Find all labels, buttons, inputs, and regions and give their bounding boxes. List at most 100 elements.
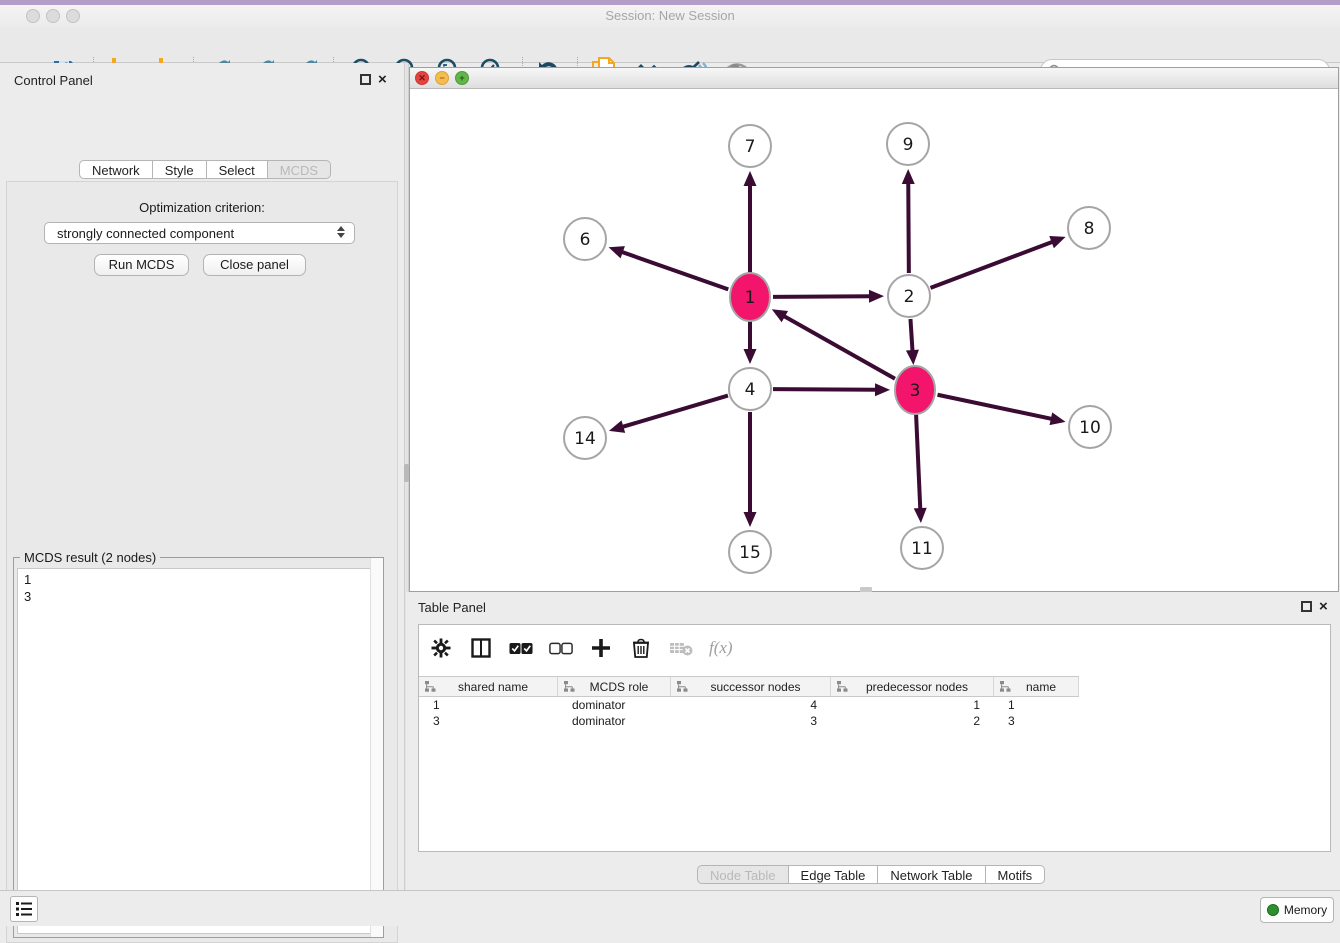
network-graph-canvas[interactable]: 7968124314101511 (410, 89, 1338, 591)
control-panel-close-button[interactable]: × (378, 73, 387, 86)
table-cell[interactable]: dominator (558, 697, 671, 713)
column-header-mcds-role[interactable]: MCDS role (558, 677, 671, 696)
table-row[interactable]: 1dominator411 (419, 697, 1079, 713)
memory-status-dot (1267, 904, 1279, 916)
tab-node-table[interactable]: Node Table (697, 865, 789, 884)
tab-network-table[interactable]: Network Table (878, 865, 985, 884)
column-header-predecessor-nodes[interactable]: predecessor nodes (831, 677, 994, 696)
table-panel: Table Panel × f(x) (406, 592, 1340, 890)
network-view-window: scc.txt ✕ − + 7968124314101511 (409, 67, 1339, 592)
table-panel-float-button[interactable] (1301, 601, 1312, 612)
function-builder-icon[interactable]: f(x) (709, 638, 733, 658)
graph-edge-4-3[interactable] (773, 389, 878, 390)
create-column-icon[interactable] (589, 636, 613, 660)
memory-label: Memory (1284, 903, 1327, 917)
column-header-shared-name[interactable]: shared name (419, 677, 558, 696)
graph-edge-arrow-4-3 (875, 383, 890, 396)
control-panel-title: Control Panel (14, 73, 93, 88)
graph-edge-arrow-1-2 (869, 290, 884, 303)
table-cell[interactable]: 3 (994, 713, 1079, 729)
tab-motifs[interactable]: Motifs (986, 865, 1046, 884)
table-cell[interactable]: dominator (558, 713, 671, 729)
node-table-container: f(x) shared name MCDS role successor nodes… (418, 624, 1331, 852)
mcds-result-groupbox: 1 3 (13, 557, 384, 938)
table-tabbar: Node TableEdge TableNetwork TableMotifs (697, 865, 1045, 886)
memory-button[interactable]: Memory (1260, 897, 1334, 923)
graph-node-label-6: 6 (580, 230, 591, 250)
tab-network[interactable]: Network (79, 160, 153, 179)
tab-select[interactable]: Select (207, 160, 268, 179)
control-panel-float-button[interactable] (360, 74, 371, 85)
table-cell[interactable]: 1 (831, 697, 994, 713)
select-all-columns-icon[interactable] (509, 636, 533, 660)
network-window-titlebar[interactable]: ✕ − + (410, 68, 1338, 89)
network-minimize-button[interactable]: − (435, 71, 449, 85)
table-cell[interactable]: 3 (419, 713, 558, 729)
graph-node-label-2: 2 (904, 287, 915, 307)
graph-node-label-4: 4 (745, 380, 756, 400)
tab-style[interactable]: Style (153, 160, 207, 179)
graph-edge-2-9[interactable] (908, 181, 909, 273)
delete-columns-trash-icon[interactable] (629, 636, 653, 660)
graph-node-label-7: 7 (745, 137, 756, 157)
graph-edge-arrow-1-6 (609, 246, 625, 258)
graph-node-label-3: 3 (910, 381, 921, 401)
control-panel-tabbar: NetworkStyleSelectMCDS (79, 160, 331, 179)
table-cell[interactable]: 4 (671, 697, 831, 713)
graph-edge-arrow-3-10 (1050, 412, 1066, 425)
table-row[interactable]: 3dominator323 (419, 713, 1079, 729)
sort-icon (425, 681, 436, 692)
dropdown-arrows-icon (337, 226, 345, 238)
graph-edge-4-14[interactable] (620, 396, 727, 428)
column-header-successor-nodes[interactable]: successor nodes (671, 677, 831, 696)
table-panel-close-button[interactable]: × (1319, 600, 1328, 613)
list-icon (16, 902, 32, 916)
table-cell[interactable]: 1 (419, 697, 558, 713)
graph-edge-arrow-4-14 (609, 420, 625, 432)
table-cell[interactable]: 2 (831, 713, 994, 729)
run-mcds-button[interactable]: Run MCDS (94, 254, 189, 276)
table-header-row: shared name MCDS role successor nodes prede… (419, 676, 1079, 697)
graph-node-label-8: 8 (1084, 219, 1095, 239)
table-settings-gear-icon[interactable] (429, 636, 453, 660)
graph-edge-arrow-2-3 (906, 350, 919, 365)
result-scrollbar[interactable] (370, 558, 383, 937)
show-columns-icon[interactable] (469, 636, 493, 660)
sort-icon (564, 681, 575, 692)
graph-edge-3-1[interactable] (782, 315, 895, 379)
table-panel-title: Table Panel (418, 600, 486, 615)
mcds-result-textarea[interactable]: 1 3 (17, 568, 380, 934)
column-header-label: MCDS role (590, 680, 649, 694)
criterion-dropdown[interactable]: strongly connected component (44, 222, 355, 244)
network-maximize-button[interactable]: + (455, 71, 469, 85)
column-header-name[interactable]: name (994, 677, 1079, 696)
delete-table-icon[interactable] (669, 636, 693, 660)
graph-node-label-9: 9 (903, 135, 914, 155)
graph-node-label-10: 10 (1079, 418, 1101, 438)
close-panel-button[interactable]: Close panel (203, 254, 306, 276)
graph-node-label-14: 14 (574, 429, 596, 449)
column-header-label: successor nodes (710, 680, 800, 694)
graph-edge-1-2[interactable] (773, 296, 872, 297)
table-cell[interactable]: 3 (671, 713, 831, 729)
unselect-all-columns-icon[interactable] (549, 636, 573, 660)
graph-edge-arrow-3-11 (914, 508, 927, 523)
graph-edge-arrow-2-8 (1049, 236, 1065, 248)
task-history-button[interactable] (10, 896, 38, 922)
graph-edge-1-6[interactable] (620, 251, 728, 289)
column-header-label: predecessor nodes (866, 680, 968, 694)
table-cell[interactable]: 1 (994, 697, 1079, 713)
tab-mcds[interactable]: MCDS (268, 160, 331, 179)
window-title: Session: New Session (0, 5, 1340, 27)
graph-edge-3-10[interactable] (938, 395, 1054, 420)
graph-edge-arrow-2-9 (902, 169, 915, 184)
tab-edge-table[interactable]: Edge Table (789, 865, 879, 884)
graph-edge-arrow-1-7 (744, 171, 757, 186)
graph-edge-2-8[interactable] (931, 241, 1055, 288)
graph-edge-3-11[interactable] (916, 413, 920, 511)
graph-edge-2-3[interactable] (910, 319, 912, 353)
network-close-button[interactable]: ✕ (415, 71, 429, 85)
graph-node-label-11: 11 (911, 539, 933, 559)
mcds-result-label: MCDS result (2 nodes) (20, 550, 160, 565)
main-toolbar (0, 27, 1340, 63)
